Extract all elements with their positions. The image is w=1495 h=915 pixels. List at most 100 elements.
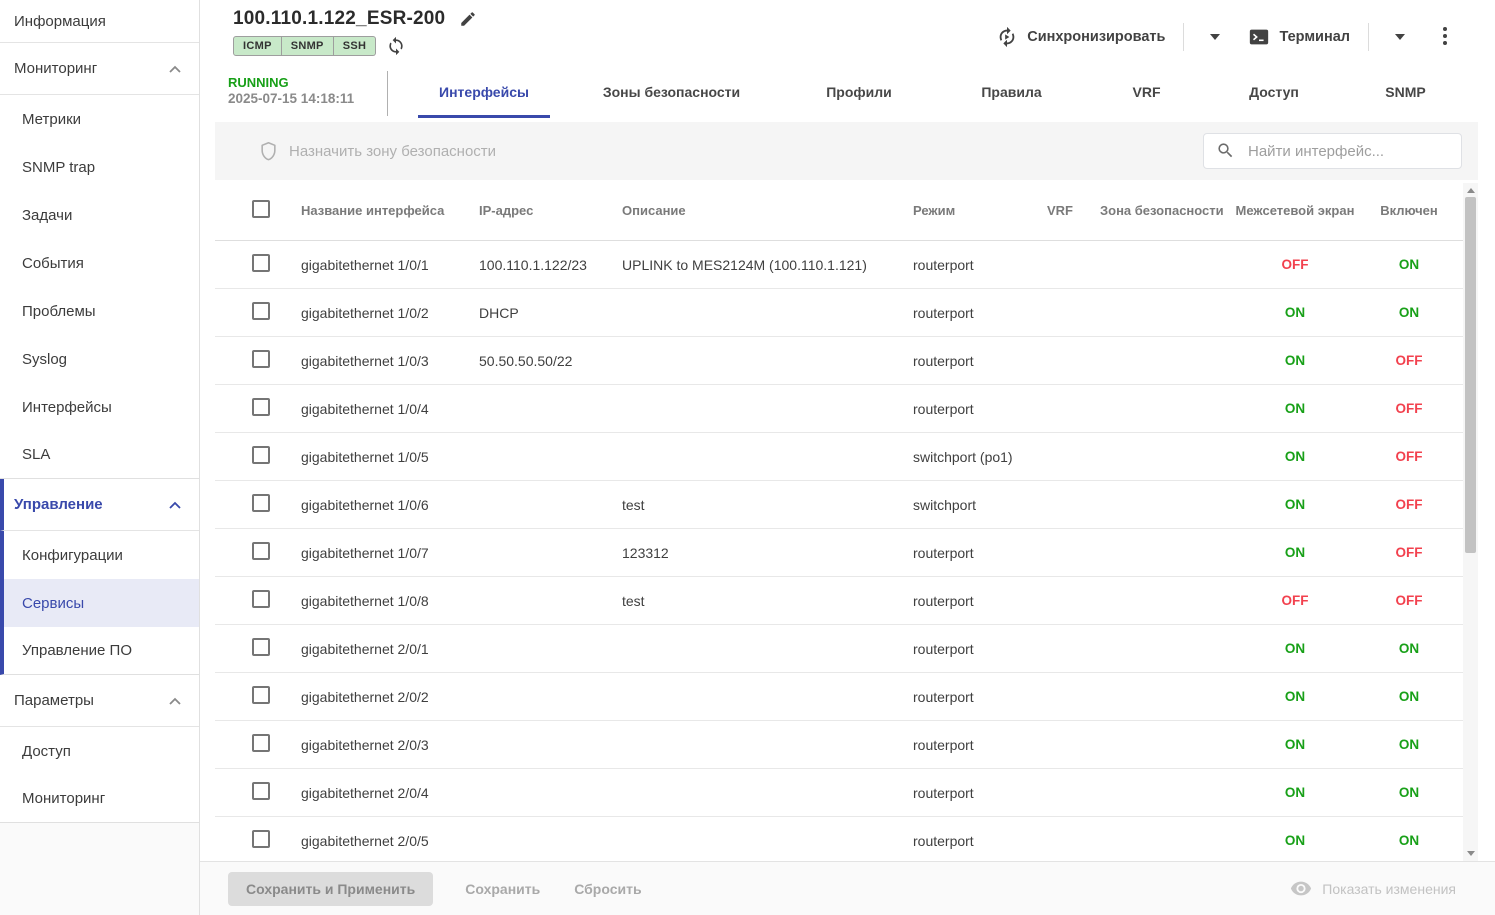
more-options-button[interactable]: [1437, 23, 1453, 52]
chevron-down-icon: [1395, 34, 1405, 40]
sidebar-item-сервисы[interactable]: Сервисы: [0, 579, 199, 627]
scrollbar-thumb[interactable]: [1465, 197, 1476, 553]
tab-5[interactable]: VRF: [1084, 65, 1209, 118]
assign-zone-button[interactable]: Назначить зону безопасности: [253, 140, 502, 163]
sidebar-item-доступ[interactable]: Доступ: [0, 727, 199, 775]
synchronize-button[interactable]: Синхронизировать: [994, 22, 1167, 52]
sidebar-item-label: Управление: [14, 496, 103, 513]
col-header-interface-name[interactable]: Название интерфейса: [301, 203, 479, 219]
protocol-badge-icmp: ICMP: [233, 36, 282, 56]
firewall-status: ON: [1284, 545, 1306, 560]
row-checkbox[interactable]: [252, 590, 270, 608]
row-checkbox[interactable]: [252, 686, 270, 704]
row-checkbox[interactable]: [252, 542, 270, 560]
sidebar-item-управление[interactable]: Управление: [0, 479, 199, 531]
show-changes-button[interactable]: Показать изменения: [1284, 880, 1462, 898]
row-checkbox[interactable]: [252, 302, 270, 320]
status-state: RUNNING: [228, 74, 289, 90]
sidebar-item-события[interactable]: События: [0, 239, 199, 287]
sidebar-item-syslog[interactable]: Syslog: [0, 335, 199, 383]
sidebar-item-управление-по[interactable]: Управление ПО: [0, 627, 199, 675]
sidebar-item-информация[interactable]: Информация: [0, 0, 199, 43]
protocol-badge-ssh: SSH: [333, 36, 377, 56]
vertical-scrollbar[interactable]: [1463, 183, 1478, 861]
tab-1[interactable]: Интерфейсы: [404, 65, 564, 118]
scroll-down-arrow-icon[interactable]: [1466, 851, 1475, 856]
col-header-mode[interactable]: Режим: [913, 203, 1035, 219]
col-header-firewall[interactable]: Межсетевой экран: [1235, 203, 1355, 219]
col-header-enabled[interactable]: Включен: [1355, 203, 1463, 219]
row-checkbox[interactable]: [252, 446, 270, 464]
scroll-up-arrow-icon[interactable]: [1466, 188, 1475, 193]
reset-button[interactable]: Сбросить: [572, 877, 643, 901]
table-row[interactable]: gigabitethernet 1/0/4 routerport ON OFF: [215, 385, 1463, 433]
col-header-security-zone[interactable]: Зона безопасности: [1085, 203, 1235, 219]
sidebar-item-label: SLA: [22, 446, 51, 463]
col-header-vrf[interactable]: VRF: [1035, 203, 1085, 219]
table-row[interactable]: gigabitethernet 1/0/8 test routerport OF…: [215, 577, 1463, 625]
kebab-icon: [1443, 26, 1447, 45]
interface-name: gigabitethernet 2/0/5: [301, 832, 429, 849]
synchronize-dropdown-button[interactable]: [1200, 28, 1230, 46]
row-checkbox[interactable]: [252, 494, 270, 512]
table-row[interactable]: gigabitethernet 1/0/1 100.110.1.122/23 U…: [215, 241, 1463, 289]
sidebar-item-проблемы[interactable]: Проблемы: [0, 287, 199, 335]
sidebar-item-label: Интерфейсы: [22, 398, 112, 416]
save-button[interactable]: Сохранить: [463, 877, 542, 901]
chevron-up-icon: [169, 65, 181, 73]
toolbar: Назначить зону безопасности: [215, 122, 1478, 180]
edit-icon[interactable]: [459, 10, 477, 28]
row-checkbox[interactable]: [252, 830, 270, 848]
sidebar-item-параметры[interactable]: Параметры: [0, 675, 199, 727]
table-row[interactable]: gigabitethernet 1/0/5 switchport (po1) O…: [215, 433, 1463, 481]
table-row[interactable]: gigabitethernet 2/0/3 routerport ON ON: [215, 721, 1463, 769]
terminal-button[interactable]: Терминал: [1246, 22, 1352, 52]
save-and-apply-button[interactable]: Сохранить и Применить: [228, 871, 434, 906]
protocol-badge-snmp: SNMP: [281, 36, 334, 56]
firewall-status: OFF: [1281, 257, 1309, 272]
row-checkbox[interactable]: [252, 254, 270, 272]
tab-7[interactable]: SNMP: [1339, 65, 1472, 118]
table-row[interactable]: gigabitethernet 2/0/2 routerport ON ON: [215, 673, 1463, 721]
sidebar-item-snmp-trap[interactable]: SNMP trap: [0, 143, 199, 191]
tab-label: Доступ: [1249, 83, 1299, 100]
sidebar-item-sla[interactable]: SLA: [0, 431, 199, 479]
sidebar-item-интерфейсы[interactable]: Интерфейсы: [0, 383, 199, 431]
description: 123312: [622, 544, 669, 561]
row-checkbox[interactable]: [252, 734, 270, 752]
sidebar-item-мониторинг[interactable]: Мониторинг: [0, 775, 199, 823]
refresh-icon[interactable]: [386, 36, 406, 56]
tab-2[interactable]: Зоны безопасности: [564, 65, 779, 118]
table-row[interactable]: gigabitethernet 2/0/5 routerport ON ON: [215, 817, 1463, 861]
col-header-ip-address[interactable]: IP-адрес: [479, 203, 622, 219]
terminal-label: Терминал: [1279, 29, 1350, 45]
row-checkbox[interactable]: [252, 398, 270, 416]
row-checkbox[interactable]: [252, 782, 270, 800]
table-row[interactable]: gigabitethernet 1/0/6 test switchport ON…: [215, 481, 1463, 529]
row-checkbox[interactable]: [252, 350, 270, 368]
table-row[interactable]: gigabitethernet 1/0/3 50.50.50.50/22 rou…: [215, 337, 1463, 385]
search-input[interactable]: [1203, 133, 1462, 169]
row-checkbox[interactable]: [252, 638, 270, 656]
table-row[interactable]: gigabitethernet 2/0/4 routerport ON ON: [215, 769, 1463, 817]
table-row[interactable]: gigabitethernet 1/0/7 123312 routerport …: [215, 529, 1463, 577]
sidebar-item-задачи[interactable]: Задачи: [0, 191, 199, 239]
sidebar-item-мониторинг[interactable]: Мониторинг: [0, 43, 199, 95]
header-actions: Синхронизировать Терминал: [994, 22, 1453, 52]
tab-3[interactable]: Профили: [779, 65, 939, 118]
description: test: [622, 592, 645, 609]
divider: [1183, 23, 1185, 51]
terminal-dropdown-button[interactable]: [1385, 28, 1415, 46]
tab-4[interactable]: Правила: [939, 65, 1084, 118]
table-row[interactable]: gigabitethernet 2/0/1 routerport ON ON: [215, 625, 1463, 673]
col-header-description[interactable]: Описание: [622, 203, 913, 219]
sidebar-item-метрики[interactable]: Метрики: [0, 95, 199, 143]
interfaces-table: Название интерфейса IP-адрес Описание Ре…: [215, 183, 1463, 861]
table-row[interactable]: gigabitethernet 1/0/2 DHCP routerport ON…: [215, 289, 1463, 337]
tab-6[interactable]: Доступ: [1209, 65, 1339, 118]
interface-name: gigabitethernet 1/0/3: [301, 352, 429, 369]
sidebar-item-конфигурации[interactable]: Конфигурации: [0, 531, 199, 579]
enabled-status: ON: [1398, 833, 1420, 848]
select-all-checkbox[interactable]: [252, 200, 270, 219]
firewall-status: ON: [1284, 833, 1306, 848]
